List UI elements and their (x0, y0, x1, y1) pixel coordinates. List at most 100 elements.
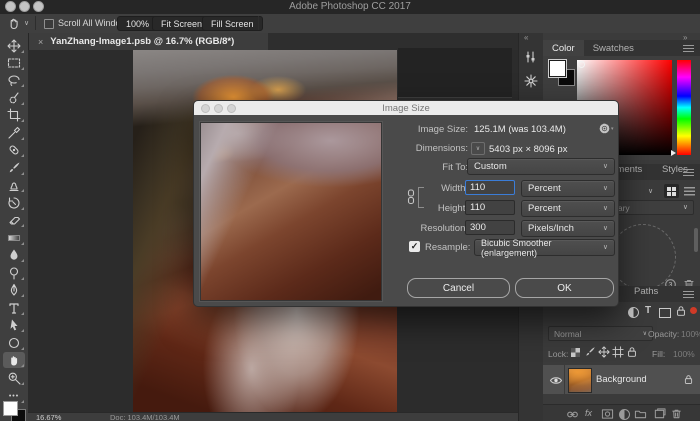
resolution-unit-value: Pixels/Inch (528, 223, 574, 234)
resample-checkbox[interactable]: ✓ (409, 241, 420, 252)
height-input[interactable] (465, 200, 515, 215)
hand-tool-icon[interactable] (7, 16, 21, 30)
resolution-unit-select[interactable]: Pixels/Inch ∨ (521, 220, 615, 237)
resolution-input[interactable] (465, 220, 515, 235)
dialog-titlebar[interactable]: Image Size (194, 101, 618, 115)
properties-panel-icon[interactable] (521, 47, 541, 67)
spot-healing-brush-tool[interactable] (3, 142, 25, 158)
layer-thumbnail[interactable] (568, 368, 592, 393)
new-adjustment-layer-icon[interactable] (619, 409, 630, 420)
panel-scrollbar[interactable] (694, 228, 698, 252)
tool-options-bar: ∨ Scroll All Windows 100% Fit Screen Fil… (0, 14, 700, 34)
link-layers-icon[interactable] (566, 409, 579, 420)
delete-layer-trash-icon[interactable] (670, 407, 683, 420)
panel-menu-icon[interactable] (683, 45, 694, 52)
adjustments-panel-icon[interactable] (521, 71, 541, 91)
rectangular-marquee-tool[interactable] (3, 55, 25, 71)
layer-styles-fx-icon[interactable]: fx (585, 408, 592, 418)
layer-visibility-eye-icon[interactable] (549, 375, 563, 386)
lasso-tool[interactable] (3, 72, 25, 88)
zoom-tool[interactable] (3, 370, 25, 386)
foreground-color-chip[interactable] (549, 60, 566, 77)
status-doc-info[interactable]: Doc: 103.4M/103.4M (110, 413, 180, 421)
layer-mask-icon[interactable] (601, 408, 614, 420)
list-view-icon[interactable] (684, 187, 695, 196)
fill-screen-button[interactable]: Fill Screen (202, 16, 263, 31)
lock-all-icon[interactable] (626, 346, 638, 358)
status-zoom-level[interactable]: 16.67% (36, 413, 61, 421)
image-size-dialog: Image Size Image Size: 125.1M (was 103.4… (193, 100, 619, 307)
tool-preset-chevron-icon[interactable]: ∨ (24, 20, 29, 27)
close-tab-icon[interactable]: × (38, 37, 43, 47)
width-unit-select[interactable]: Percent ∨ (521, 180, 615, 197)
new-group-folder-icon[interactable] (634, 408, 647, 420)
resolution-label: Resolution: (348, 223, 468, 234)
collapse-panels-icon[interactable]: « (524, 33, 528, 42)
filter-smart-object-icon[interactable] (675, 305, 687, 317)
gear-icon[interactable] (598, 122, 611, 135)
separator (258, 16, 259, 30)
panel-menu-icon[interactable] (683, 291, 694, 298)
clone-stamp-tool[interactable] (3, 177, 25, 193)
move-tool[interactable] (3, 38, 25, 54)
resample-method-value: Bicubic Smoother (enlargement) (481, 238, 603, 258)
crop-tool[interactable] (3, 107, 25, 123)
pen-tool[interactable] (3, 282, 25, 298)
tab-paths[interactable]: Paths (625, 286, 667, 297)
filter-type-icon[interactable]: T (645, 305, 651, 316)
resample-method-select[interactable]: Bicubic Smoother (enlargement) ∨ (474, 239, 615, 256)
filter-shape-icon[interactable] (659, 308, 671, 318)
hue-strip[interactable] (677, 60, 691, 155)
chevron-down-icon: ∨ (683, 204, 688, 211)
lock-artboard-icon[interactable] (612, 346, 624, 358)
eraser-tool[interactable] (3, 212, 25, 228)
fill-label: Fill: (652, 349, 665, 359)
image-size-label: Image Size: (348, 124, 468, 135)
tab-swatches[interactable]: Swatches (584, 40, 643, 56)
quick-selection-tool[interactable] (3, 90, 25, 106)
scroll-all-windows-checkbox[interactable] (44, 19, 54, 29)
ellipse-tool[interactable] (3, 335, 25, 351)
blur-tool[interactable] (3, 247, 25, 263)
tab-color[interactable]: Color (543, 40, 584, 56)
hue-marker-icon[interactable] (671, 150, 676, 156)
lock-transparency-icon[interactable] (571, 348, 580, 357)
dodge-tool[interactable] (3, 265, 25, 281)
layer-lock-icon (683, 374, 694, 385)
grid-view-icon[interactable] (664, 184, 679, 198)
blend-mode-select[interactable]: Normal ∨ (548, 326, 653, 341)
dimensions-chevron-button[interactable]: ∨ (471, 142, 485, 155)
dialog-title: Image Size (194, 103, 618, 114)
new-layer-icon[interactable] (653, 408, 666, 420)
separator (35, 16, 36, 30)
gradient-tool[interactable] (3, 230, 25, 246)
brush-tool[interactable] (3, 160, 25, 176)
cancel-button[interactable]: Cancel (407, 278, 510, 298)
lock-label: Lock: (548, 349, 568, 359)
filter-toggle-icon[interactable] (690, 307, 697, 314)
type-tool[interactable] (3, 300, 25, 316)
ok-button[interactable]: OK (515, 278, 614, 298)
filter-adjustment-icon[interactable] (628, 307, 639, 318)
document-tab[interactable]: × YanZhang-Image1.psb @ 16.7% (RGB/8*) (28, 33, 268, 50)
foreground-color-swatch[interactable] (3, 401, 18, 416)
fit-to-select[interactable]: Custom ∨ (467, 158, 615, 175)
layer-row-background[interactable]: Background (543, 365, 700, 394)
sort-chevron-icon[interactable]: ∨ (648, 188, 653, 195)
hand-tool[interactable] (3, 352, 25, 368)
eyedropper-tool[interactable] (3, 125, 25, 141)
path-selection-tool[interactable] (3, 317, 25, 333)
height-unit-select[interactable]: Percent ∨ (521, 200, 615, 217)
lock-paint-icon[interactable] (584, 346, 596, 358)
history-brush-tool[interactable] (3, 195, 25, 211)
panel-menu-icon[interactable] (683, 169, 694, 176)
lock-position-icon[interactable] (598, 346, 610, 358)
chevron-down-icon: ∨ (603, 205, 608, 212)
width-input[interactable] (465, 180, 515, 195)
layers-bottom-bar: fx (543, 404, 700, 421)
layer-name[interactable]: Background (596, 374, 647, 385)
opacity-value[interactable]: 100% (681, 329, 700, 339)
opacity-label: Opacity: (648, 329, 679, 339)
chevron-down-icon: ∨ (643, 331, 647, 337)
fill-value[interactable]: 100% (673, 349, 695, 359)
